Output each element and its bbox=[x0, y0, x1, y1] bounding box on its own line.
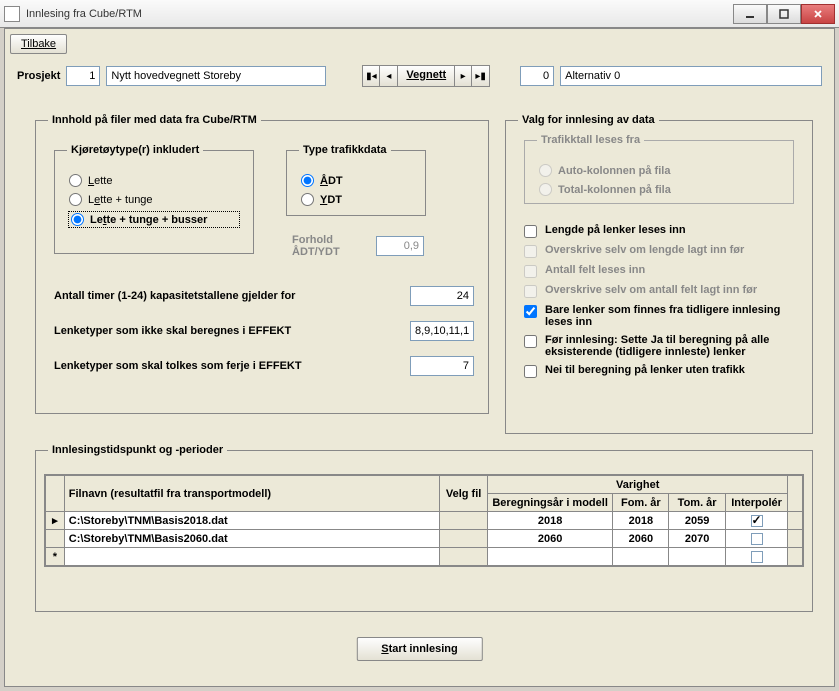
start-read-button[interactable]: Start innlesing bbox=[356, 637, 482, 661]
ratio-input bbox=[376, 236, 424, 256]
hours-input[interactable] bbox=[410, 286, 474, 306]
file-content-legend: Innhold på filer med data fra Cube/RTM bbox=[48, 114, 261, 126]
col-filename: Filnavn (resultatfil fra transportmodell… bbox=[64, 476, 439, 512]
read-options-group: Valg for innlesing av data Trafikktall l… bbox=[505, 114, 813, 434]
project-id-input[interactable] bbox=[66, 66, 100, 86]
col-to-year: Tom. år bbox=[669, 494, 725, 512]
close-button[interactable] bbox=[801, 4, 835, 24]
chk-set-yes-calc[interactable]: Før innlesing: Sette Ja til beregning på… bbox=[524, 334, 800, 358]
col-interpolate: Interpolér bbox=[725, 494, 788, 512]
col-calc-year: Beregningsår i modell bbox=[488, 494, 613, 512]
periods-legend: Innlesingstidspunkt og -perioder bbox=[48, 444, 227, 456]
chk-overwrite-lanes: Overskrive selv om antall felt lagt inn … bbox=[524, 284, 800, 298]
nav-next-icon[interactable]: ▸ bbox=[454, 65, 472, 87]
vehicle-opt-lette[interactable]: Lette bbox=[69, 174, 239, 187]
col-duration: Varighet bbox=[488, 476, 788, 494]
minimize-button[interactable] bbox=[733, 4, 767, 24]
traffic-type-group: Type trafikkdata ÅDT YDT bbox=[286, 144, 426, 216]
ratio-label: ForholdÅDT/YDT bbox=[292, 234, 340, 258]
project-label: Prosjekt bbox=[17, 70, 60, 82]
nav-buttons: ▮◂ ◂ Vegnett ▸ ▸▮ bbox=[362, 65, 490, 87]
app-icon bbox=[4, 6, 20, 22]
select-file-button[interactable] bbox=[440, 512, 488, 530]
nav-last-icon[interactable]: ▸▮ bbox=[472, 65, 490, 87]
file-content-group: Innhold på filer med data fra Cube/RTM K… bbox=[35, 114, 489, 414]
periods-grid[interactable]: Filnavn (resultatfil fra transportmodell… bbox=[44, 474, 804, 567]
nav-label: Vegnett bbox=[398, 65, 454, 87]
col-from-year: Fom. år bbox=[613, 494, 669, 512]
new-row-icon: * bbox=[46, 548, 65, 566]
nav-prev-icon[interactable]: ◂ bbox=[380, 65, 398, 87]
nav-first-icon[interactable]: ▮◂ bbox=[362, 65, 380, 87]
alt-name-input[interactable] bbox=[560, 66, 822, 86]
back-button[interactable]: Tilbake bbox=[10, 34, 67, 54]
traffic-opt-adt[interactable]: ÅDT bbox=[301, 174, 411, 187]
vehicle-type-legend: Kjøretøytype(r) inkludert bbox=[67, 144, 203, 156]
interpolate-checkbox[interactable] bbox=[725, 548, 788, 566]
project-row: Prosjekt ▮◂ ◂ Vegnett ▸ ▸▮ bbox=[17, 65, 822, 87]
chk-no-calc-notraffic[interactable]: Nei til beregning på lenker uten trafikk bbox=[524, 364, 800, 378]
select-file-button[interactable] bbox=[440, 530, 488, 548]
vehicle-opt-lette-tunge-busser[interactable]: Lette + tunge + busser bbox=[69, 212, 239, 227]
interpolate-checkbox[interactable] bbox=[725, 530, 788, 548]
chk-read-length[interactable]: Lengde på lenker leses inn bbox=[524, 224, 800, 238]
traffic-source-group: Trafikktall leses fra Auto-kolonnen på f… bbox=[524, 134, 794, 204]
row-indicator-icon: ▸ bbox=[46, 512, 65, 530]
periods-group: Innlesingstidspunkt og -perioder Filnavn… bbox=[35, 444, 813, 612]
alt-id-input[interactable] bbox=[520, 66, 554, 86]
vehicle-type-group: Kjøretøytype(r) inkludert Lette Lette + … bbox=[54, 144, 254, 254]
ferry-types-input[interactable] bbox=[410, 356, 474, 376]
maximize-button[interactable] bbox=[767, 4, 801, 24]
interpolate-checkbox[interactable] bbox=[725, 512, 788, 530]
project-name-input[interactable] bbox=[106, 66, 326, 86]
titlebar: Innlesing fra Cube/RTM bbox=[0, 0, 839, 28]
chk-overwrite-length: Overskrive selv om lengde lagt inn før bbox=[524, 244, 800, 258]
exclude-types-label: Lenketyper som ikke skal beregnes i EFFE… bbox=[54, 325, 291, 337]
exclude-types-input[interactable] bbox=[410, 321, 474, 341]
traffic-source-legend: Trafikktall leses fra bbox=[537, 134, 644, 146]
traffic-type-legend: Type trafikkdata bbox=[299, 144, 391, 156]
col-select-file: Velg fil bbox=[440, 476, 488, 512]
table-row[interactable]: ▸ C:\Storeby\TNM\Basis2018.dat 2018 2018… bbox=[46, 512, 803, 530]
chk-existing-only[interactable]: Bare lenker som finnes fra tidligere inn… bbox=[524, 304, 800, 328]
source-opt-total: Total-kolonnen på fila bbox=[539, 183, 779, 196]
ferry-types-label: Lenketyper som skal tolkes som ferje i E… bbox=[54, 360, 302, 372]
source-opt-auto: Auto-kolonnen på fila bbox=[539, 164, 779, 177]
client-area: Tilbake Prosjekt ▮◂ ◂ Vegnett ▸ ▸▮ Innho… bbox=[4, 28, 835, 687]
chk-read-lanes: Antall felt leses inn bbox=[524, 264, 800, 278]
window-title: Innlesing fra Cube/RTM bbox=[26, 8, 733, 20]
traffic-opt-ydt[interactable]: YDT bbox=[301, 193, 411, 206]
table-row-new[interactable]: * bbox=[46, 548, 803, 566]
vehicle-opt-lette-tunge[interactable]: Lette + tunge bbox=[69, 193, 239, 206]
hours-label: Antall timer (1-24) kapasitetstallene gj… bbox=[54, 290, 295, 302]
table-row[interactable]: C:\Storeby\TNM\Basis2060.dat 2060 2060 2… bbox=[46, 530, 803, 548]
read-options-legend: Valg for innlesing av data bbox=[518, 114, 659, 126]
